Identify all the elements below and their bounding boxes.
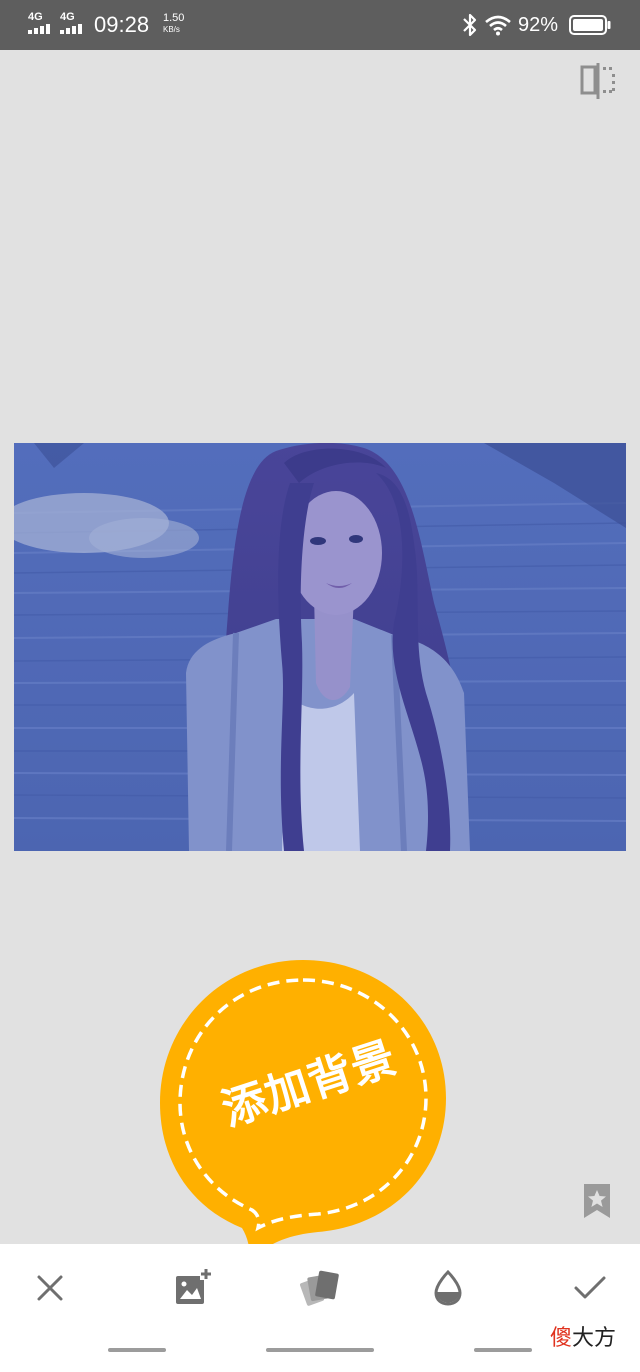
opacity-button[interactable]: [424, 1264, 472, 1312]
drop-icon: [434, 1270, 462, 1306]
network-speed-value: 1.50: [163, 12, 185, 24]
watermark-first-char: 傻: [550, 1326, 573, 1351]
nav-handle-left[interactable]: [108, 1348, 166, 1352]
clock: 09:28: [94, 12, 150, 37]
edited-photo[interactable]: [14, 443, 626, 851]
cellular-signal-2-icon: 4G: [60, 11, 86, 35]
apply-button[interactable]: [566, 1264, 614, 1312]
styles-button[interactable]: [296, 1264, 344, 1312]
battery-percent: 92%: [518, 14, 559, 36]
signal-1-label: 4G: [28, 11, 43, 23]
watermark-rest: 大方: [572, 1326, 617, 1351]
bookmark-star-icon[interactable]: [580, 1182, 614, 1220]
nav-handle-right[interactable]: [474, 1348, 532, 1352]
style-cards-icon: [300, 1270, 339, 1306]
watermark-logo: 傻大方: [550, 1320, 616, 1352]
cancel-button[interactable]: [26, 1264, 74, 1312]
add-background-button[interactable]: [168, 1264, 216, 1312]
bluetooth-icon: [463, 13, 477, 37]
signal-2-label: 4G: [60, 11, 75, 23]
network-speed-unit: KB/s: [163, 25, 180, 34]
close-icon: [37, 1275, 63, 1301]
nav-handle-center[interactable]: [266, 1348, 374, 1352]
compare-split-icon[interactable]: [579, 63, 617, 99]
wifi-icon: [485, 15, 511, 36]
check-icon: [574, 1276, 606, 1299]
add-image-icon: [176, 1268, 212, 1304]
network-speed: 1.50 KB/s: [163, 13, 184, 35]
battery-icon: [569, 15, 611, 35]
bottom-toolbar: 傻大方: [0, 1244, 640, 1372]
cellular-signal-1-icon: 4G: [28, 11, 54, 35]
status-bar: 4G 4G 09:28 1.50 KB/s 92%: [0, 0, 640, 50]
